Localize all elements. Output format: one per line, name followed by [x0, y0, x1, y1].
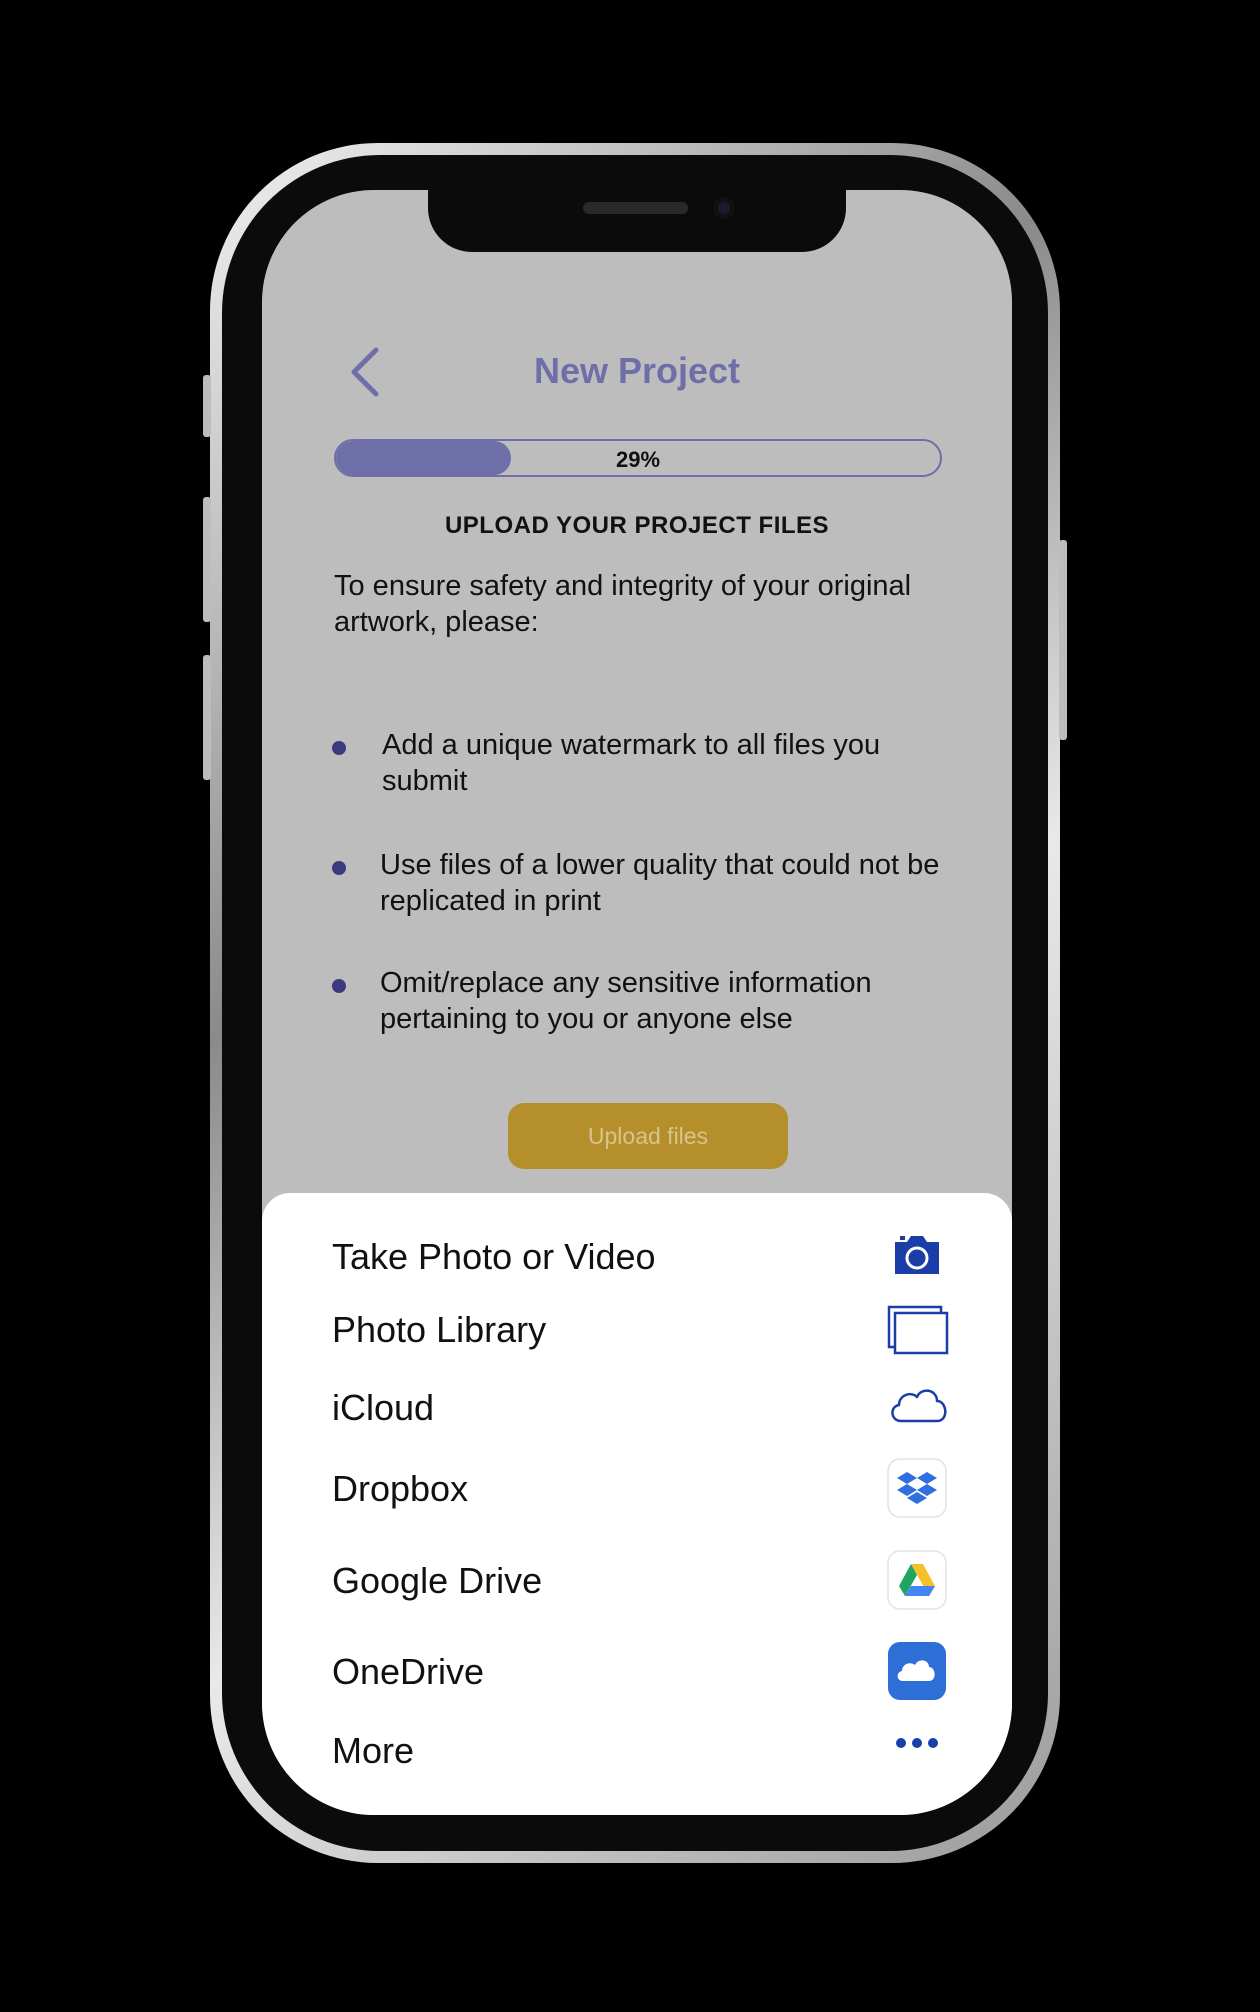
silent-switch [203, 375, 211, 437]
dropbox-icon [887, 1458, 947, 1518]
power-button [1059, 540, 1067, 740]
icloud-icon [887, 1377, 947, 1437]
camera-icon [887, 1226, 947, 1286]
more-icon [887, 1720, 947, 1780]
option-dropbox[interactable]: Dropbox [262, 1458, 1012, 1518]
volume-up-button [203, 497, 211, 622]
header: New Project [262, 340, 1012, 410]
option-onedrive[interactable]: OneDrive [262, 1641, 1012, 1701]
bullet-text: Use files of a lower quality that could … [380, 849, 940, 917]
notch [428, 180, 846, 252]
upload-source-sheet: Take Photo or Video Photo Library iCloud [262, 1193, 1012, 1815]
photo-library-icon [887, 1299, 949, 1359]
intro-text: To ensure safety and integrity of your o… [334, 570, 912, 638]
google-drive-icon [887, 1550, 947, 1610]
upload-files-button[interactable]: Upload files [508, 1103, 788, 1169]
speaker [583, 202, 688, 214]
option-take-photo[interactable]: Take Photo or Video [262, 1226, 1012, 1286]
option-label: Take Photo or Video [332, 1236, 656, 1277]
section-title: UPLOAD YOUR PROJECT FILES [444, 512, 830, 539]
bullet-text: Omit/replace any sensitive information p… [380, 967, 872, 1035]
bullet-dot [332, 741, 346, 755]
page-title: New Project [533, 350, 741, 391]
bullet-dot [332, 861, 346, 875]
option-label: More [332, 1730, 415, 1771]
volume-down-button [203, 655, 211, 780]
option-label: Dropbox [332, 1468, 469, 1509]
bullet-dot [332, 979, 346, 993]
option-more[interactable]: More [262, 1720, 1012, 1780]
progress-label: 29% [615, 447, 661, 472]
option-photo-library[interactable]: Photo Library [262, 1299, 1012, 1359]
onedrive-icon [887, 1641, 947, 1701]
option-label: OneDrive [332, 1651, 485, 1692]
option-label: iCloud [332, 1387, 435, 1428]
option-google-drive[interactable]: Google Drive [262, 1550, 1012, 1610]
option-label: Photo Library [332, 1309, 547, 1350]
option-label: Google Drive [332, 1560, 543, 1601]
option-icloud[interactable]: iCloud [262, 1377, 1012, 1437]
front-camera [713, 197, 735, 219]
bullet-text: Add a unique watermark to all files you … [382, 729, 881, 797]
progress-bar: 29% [334, 439, 942, 477]
